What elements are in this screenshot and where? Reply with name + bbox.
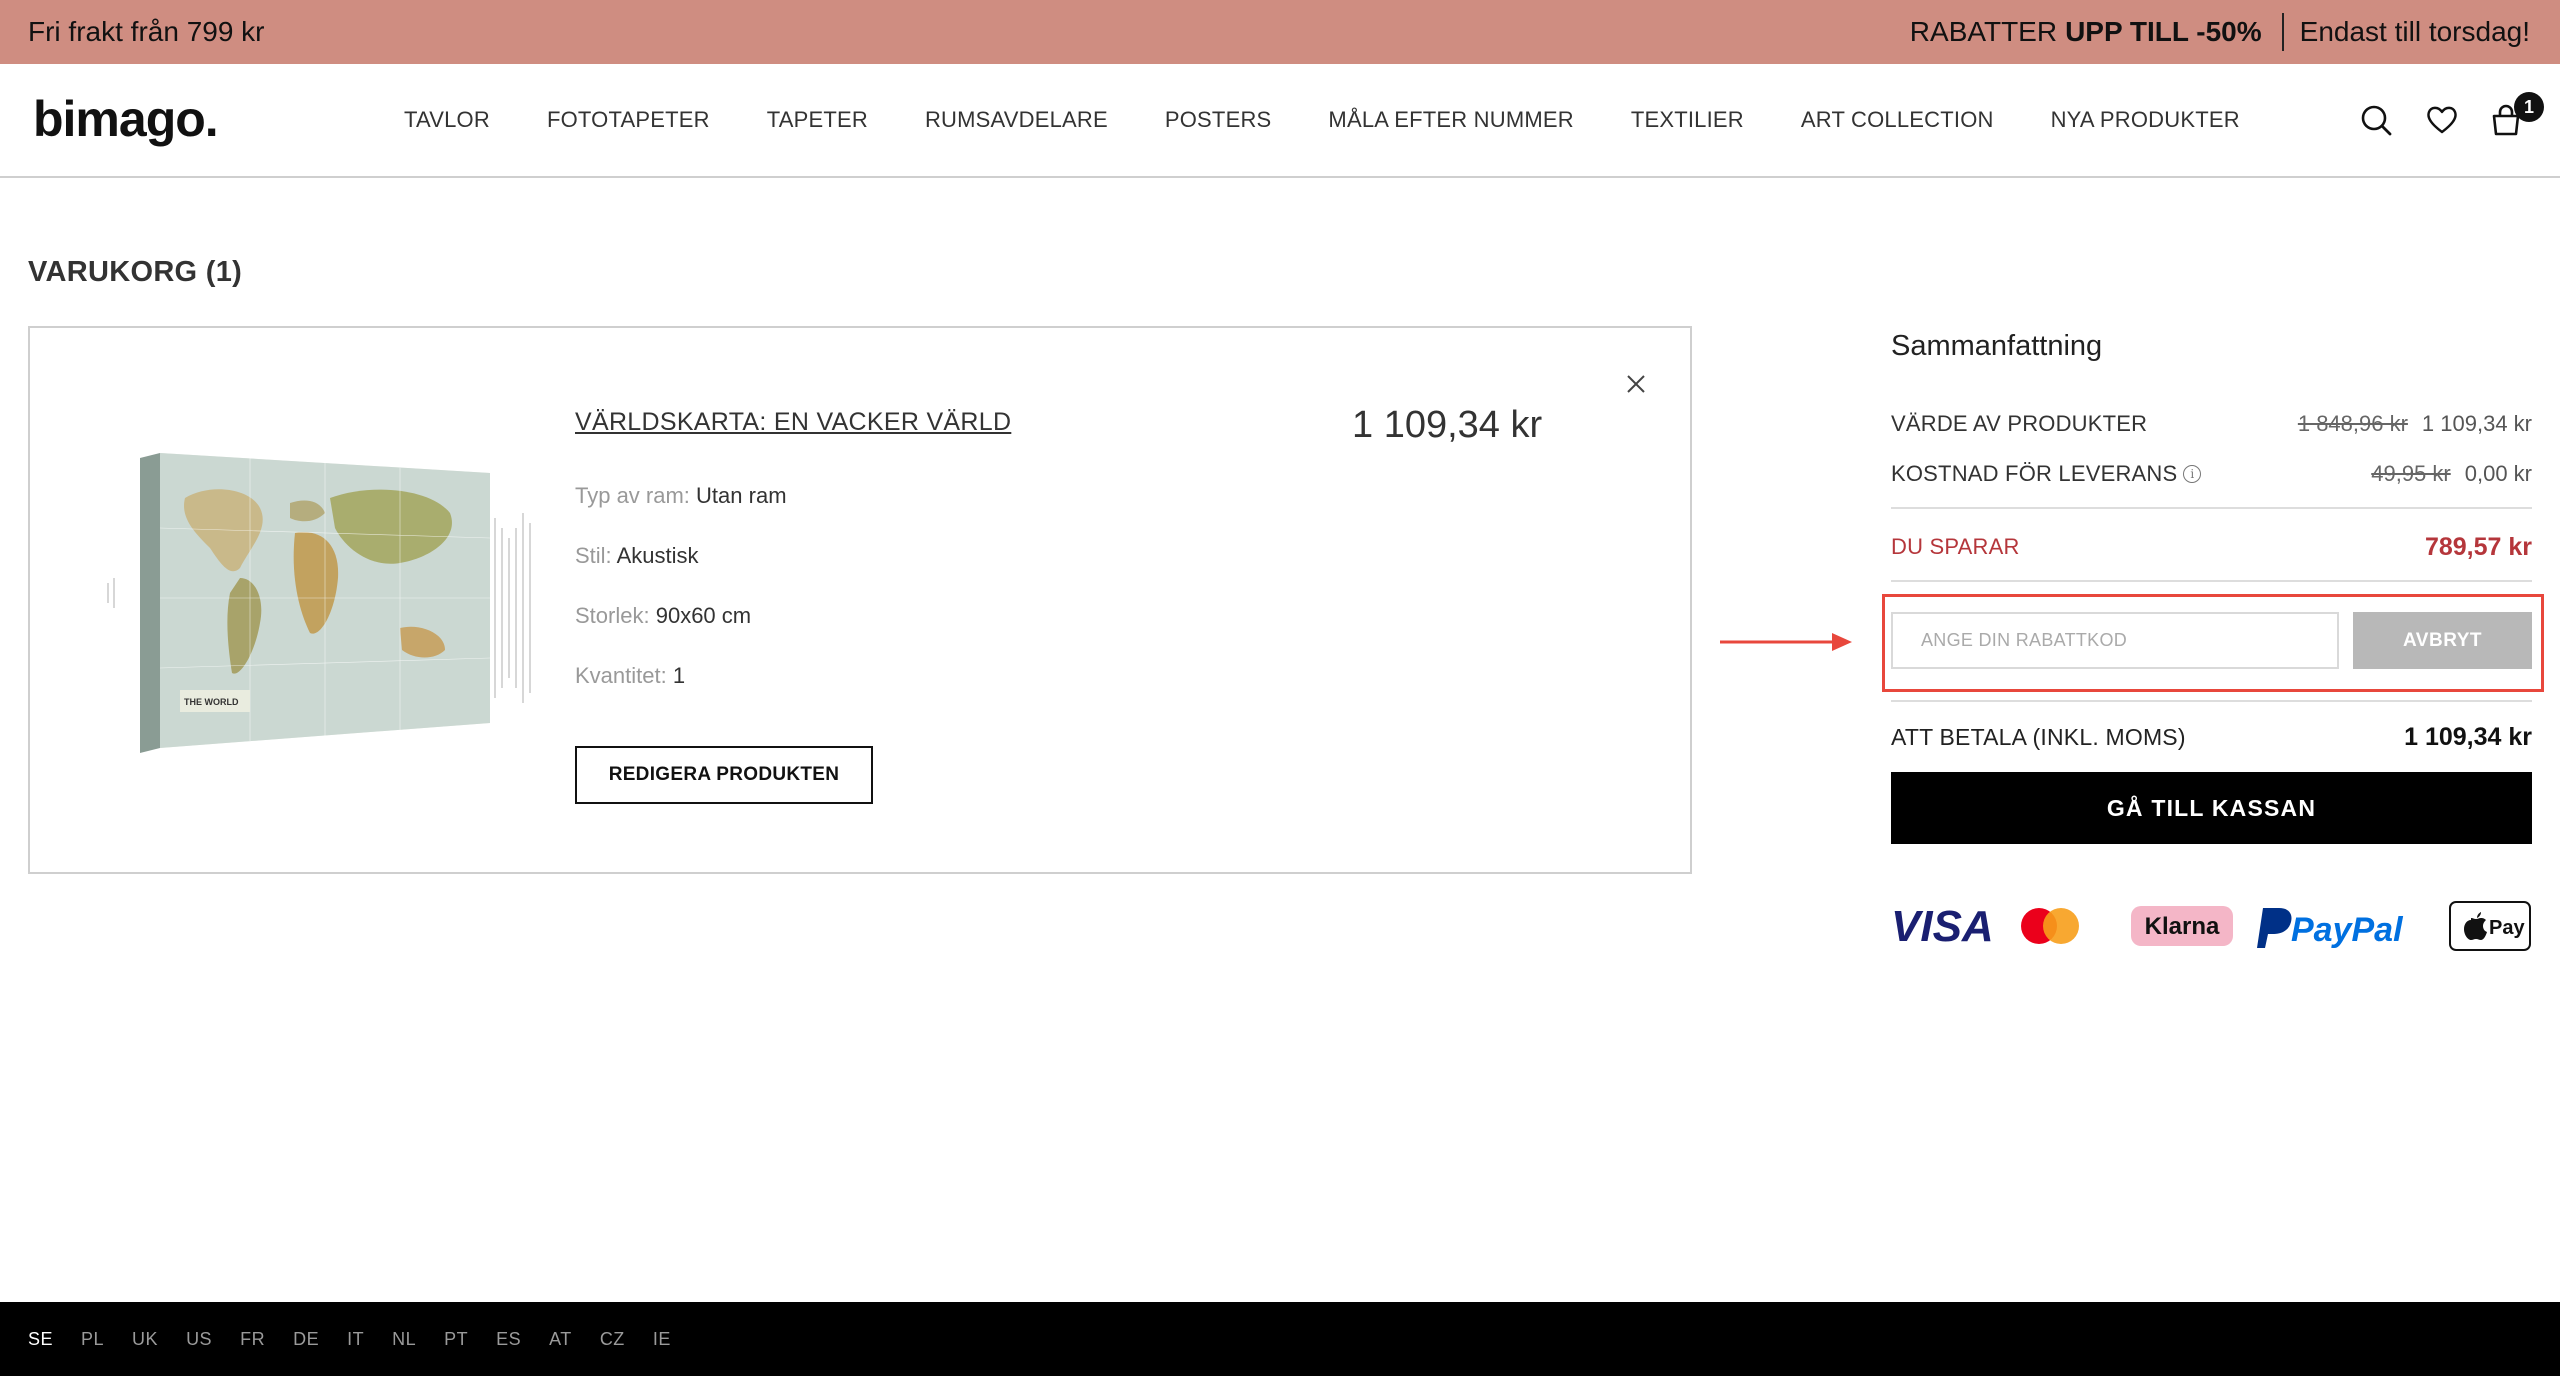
cart-title: VARUKORG (1) [28, 256, 243, 288]
delivery-old-price: 49,95 kr [2371, 461, 2451, 486]
payment-logos: VISA Klarna PayPal Pay [1891, 901, 2531, 951]
attr-value: 1 [672, 663, 686, 688]
nav-item-posters[interactable]: POSTERS [1165, 107, 1272, 133]
country-link-de[interactable]: DE [293, 1329, 319, 1350]
free-shipping-text: Fri frakt från 799 kr [28, 16, 265, 47]
country-link-se[interactable]: SE [28, 1329, 53, 1350]
divider [1891, 507, 2532, 509]
nav-item-tapeter[interactable]: TAPETER [767, 107, 868, 133]
promo-deadline: Endast till torsdag! [2299, 16, 2530, 47]
map-caption: THE WORLD [184, 697, 239, 707]
cancel-code-button[interactable]: AVBRYT [2353, 612, 2532, 669]
product-name-link[interactable]: VÄRLDSKARTA: EN VACKER VÄRLD [575, 408, 1011, 437]
heart-icon[interactable] [2424, 102, 2460, 138]
nav-item-måla-efter-nummer[interactable]: MÅLA EFTER NUMMER [1328, 107, 1573, 133]
info-icon[interactable]: i [2183, 465, 2202, 483]
discount-prefix: RABATTER [1909, 16, 2058, 47]
discount-code-input[interactable] [1891, 612, 2339, 669]
attr-value: 90x60 cm [655, 603, 752, 628]
attr-label: Typ av ram: [575, 483, 690, 508]
country-link-pl[interactable]: PL [81, 1329, 104, 1350]
country-link-us[interactable]: US [186, 1329, 212, 1350]
attr-label: Stil: [575, 543, 612, 568]
country-link-es[interactable]: ES [496, 1329, 521, 1350]
country-link-nl[interactable]: NL [392, 1329, 416, 1350]
checkout-button[interactable]: GÅ TILL KASSAN [1891, 772, 2532, 844]
nav-item-fototapeter[interactable]: FOTOTAPETER [547, 107, 710, 133]
attr-label: Storlek: [575, 603, 650, 628]
country-link-it[interactable]: IT [347, 1329, 364, 1350]
country-link-fr[interactable]: FR [240, 1329, 265, 1350]
products-value-label: VÄRDE AV PRODUKTER [1891, 411, 2148, 436]
cart-count-badge: 1 [2514, 92, 2544, 122]
arrow-annotation-icon [1720, 633, 1852, 651]
attr-quantity: Kvantitet: 1 [575, 663, 685, 689]
country-link-pt[interactable]: PT [444, 1329, 468, 1350]
delivery-cost-row: KOSTNAD FÖR LEVERANS i 49,95 kr 0,00 kr [1891, 458, 2532, 490]
main-nav: TAVLOR FOTOTAPETER TAPETER RUMSAVDELARE POST… [404, 64, 2240, 176]
nav-item-nya-produkter[interactable]: NYA PRODUKTER [2051, 107, 2240, 133]
country-link-cz[interactable]: CZ [600, 1329, 625, 1350]
savings-row: DU SPARAR 789,57 kr [1891, 530, 2532, 564]
attr-frame-type: Typ av ram: Utan ram [575, 483, 787, 509]
klarna-logo-icon: Klarna [2131, 906, 2233, 946]
delivery-new-price: 0,00 kr [2464, 461, 2532, 486]
divider [1891, 700, 2532, 702]
remove-item-icon[interactable] [1622, 370, 1650, 398]
product-price: 1 109,34 kr [1352, 404, 1543, 446]
savings-label: DU SPARAR [1891, 534, 2020, 559]
attr-label: Kvantitet: [575, 663, 667, 688]
country-footer: SE PL UK US FR DE IT NL PT ES AT CZ IE [0, 1302, 2560, 1376]
products-new-price: 1 109,34 kr [2421, 411, 2532, 436]
svg-text:PayPal: PayPal [2291, 911, 2404, 949]
product-image[interactable]: THE WORLD [100, 428, 550, 768]
svg-text:Klarna: Klarna [2145, 913, 2220, 940]
total-row: ATT BETALA (INKL. MOMS) 1 109,34 kr [1891, 720, 2532, 754]
delivery-cost-label: KOSTNAD FÖR LEVERANS i [1891, 461, 2371, 487]
promo-right: RABATTER UPP TILL -50% Endast till torsd… [1910, 0, 2530, 64]
apple-pay-logo-icon: Pay [2449, 901, 2531, 951]
divider [1891, 580, 2532, 582]
products-old-price: 1 848,96 kr [2297, 411, 2408, 436]
attr-value: Akustisk [616, 543, 699, 568]
country-link-ie[interactable]: IE [653, 1329, 671, 1350]
total-amount: 1 109,34 kr [2404, 722, 2532, 751]
nav-item-rumsavdelare[interactable]: RUMSAVDELARE [925, 107, 1108, 133]
paypal-logo-icon: PayPal [2257, 908, 2404, 949]
attr-style: Stil: Akustisk [575, 543, 699, 569]
visa-logo-icon: VISA [1891, 902, 1994, 951]
site-header: bimago. TAVLOR FOTOTAPETER TAPETER RUMSAVDE… [0, 64, 2560, 178]
search-icon[interactable] [2358, 102, 2394, 138]
cart-item-card: THE WORLD VÄRLDSKARTA: EN VACKER VÄRLD 1… [28, 326, 1692, 874]
promo-divider [2281, 13, 2284, 51]
svg-text:VISA: VISA [1891, 902, 1994, 951]
nav-item-art-collection[interactable]: ART COLLECTION [1801, 107, 1994, 133]
discount-amount: UPP TILL -50% [2065, 16, 2262, 47]
summary-title: Sammanfattning [1891, 330, 2103, 362]
mastercard-logo-icon [2021, 908, 2079, 944]
total-label: ATT BETALA (INKL. MOMS) [1891, 723, 2186, 750]
country-link-uk[interactable]: UK [132, 1329, 158, 1350]
edit-product-button[interactable]: REDIGERA PRODUKTEN [575, 746, 873, 804]
bimago-logo[interactable]: bimago. [33, 90, 219, 148]
savings-amount: 789,57 kr [2424, 532, 2532, 561]
nav-item-textilier[interactable]: TEXTILIER [1631, 107, 1744, 133]
delivery-label-text: KOSTNAD FÖR LEVERANS [1891, 461, 2178, 486]
nav-item-tavlor[interactable]: TAVLOR [404, 107, 490, 133]
products-value-row: VÄRDE AV PRODUKTER 1 848,96 kr 1 109,34 … [1891, 408, 2532, 440]
promo-bar: Fri frakt från 799 kr RABATTER UPP TILL … [0, 0, 2560, 64]
svg-text:Pay: Pay [2489, 917, 2525, 939]
country-link-at[interactable]: AT [549, 1329, 572, 1350]
attr-size: Storlek: 90x60 cm [575, 603, 751, 629]
attr-value: Utan ram [696, 483, 787, 508]
